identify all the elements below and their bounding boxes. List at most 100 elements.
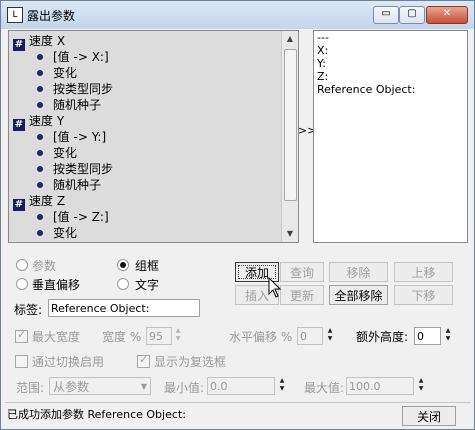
app-icon: L — [7, 7, 23, 23]
bullet-icon — [37, 150, 43, 156]
tree-item-label: 变化 — [53, 146, 78, 160]
tree-sub-item[interactable]: 按类型同步 — [37, 81, 113, 97]
tree-item-label: 按类型同步 — [53, 82, 114, 96]
max-label: 最大值: — [304, 381, 345, 395]
bullet-icon — [37, 182, 43, 188]
exposed-list-item[interactable]: Y: — [314, 57, 467, 70]
enable-by-toggle-checkbox[interactable] — [15, 355, 28, 368]
width-pct-spinner[interactable]: ▲ ▼ — [174, 327, 182, 345]
max-spinner[interactable]: ▲ ▼ — [417, 377, 425, 395]
bullet-icon — [37, 86, 43, 92]
window-title: 露出参数 — [27, 9, 76, 23]
tree-param-item[interactable]: # 速度 X — [13, 33, 65, 51]
tree-sub-item[interactable]: 变化 — [37, 225, 77, 241]
width-pct-input[interactable]: 95 — [146, 327, 172, 345]
max-width-label: 最大宽度 — [32, 330, 81, 344]
exposed-list-item[interactable]: --- — [314, 31, 467, 44]
tree-sub-item[interactable]: [值 -> X:] — [37, 49, 109, 65]
tree-sub-item[interactable]: [值 -> Y:] — [37, 129, 106, 145]
query-button[interactable]: 查询 — [280, 262, 324, 282]
width-pct-label: 宽度 % — [102, 330, 142, 344]
radio-vspacer[interactable] — [16, 278, 28, 290]
radio-param[interactable] — [16, 259, 28, 271]
tree-sub-item[interactable]: [值 -> Z:] — [37, 209, 109, 225]
tree-item-label: 随机种子 — [53, 178, 102, 192]
label-caption: 标签: — [14, 303, 43, 317]
tree-sub-item[interactable]: 按类型同步 — [37, 161, 113, 177]
bullet-icon — [37, 70, 43, 76]
show-as-checkbox-label: 显示为复选框 — [154, 355, 227, 369]
tree-item-label: [值 -> Y:] — [53, 130, 107, 144]
extra-height-spinner[interactable]: ▲ ▼ — [444, 327, 452, 345]
exposed-list-item[interactable]: X: — [314, 44, 467, 57]
tree-sub-item[interactable]: 随机种子 — [37, 177, 101, 193]
exposed-params-list[interactable]: --- X: Y: Z: Reference Object: — [313, 30, 468, 243]
tree-item-label: [值 -> X:] — [53, 50, 109, 64]
bullet-icon — [37, 214, 43, 220]
scroll-up-icon[interactable]: ▲ — [282, 31, 298, 47]
min-input[interactable]: 0.0 — [207, 377, 275, 395]
status-bar: 已成功添加参数 Reference Object: — [7, 408, 186, 421]
hash-param-icon: # — [13, 119, 25, 131]
radio-vspacer-label: 垂直偏移 — [32, 278, 81, 292]
title-bar[interactable]: L 露出参数 ▭ ▢ ✕ — [1, 1, 474, 29]
bullet-icon — [37, 102, 43, 108]
mouse-cursor-icon — [268, 277, 282, 298]
scroll-thumb[interactable] — [284, 49, 297, 201]
min-label: 最小值: — [164, 381, 205, 395]
tree-item-label: [值 -> Z:] — [53, 210, 109, 224]
minimize-button[interactable]: ▭ — [373, 6, 399, 24]
tree-sub-item[interactable]: 按类型同步 — [37, 241, 113, 243]
close-button[interactable]: 关闭 — [402, 406, 456, 426]
hash-param-icon: # — [13, 39, 25, 51]
enable-by-toggle-label: 通过切换启用 — [32, 355, 105, 369]
label-input[interactable]: Reference Object: — [48, 299, 200, 317]
max-width-checkbox[interactable] — [15, 328, 28, 343]
range-dropdown[interactable]: 从参数 ▼ — [49, 377, 151, 395]
bullet-icon — [37, 230, 43, 236]
min-spinner[interactable]: ▲ ▼ — [278, 377, 286, 395]
bullet-icon — [37, 54, 43, 60]
exposed-list-item[interactable]: Reference Object: — [314, 83, 467, 96]
tree-item-label: 按类型同步 — [53, 162, 114, 176]
tree-item-label: 随机种子 — [53, 98, 102, 112]
tree-param-item[interactable]: # 速度 Z — [13, 193, 65, 211]
radio-param-label: 参数 — [32, 259, 57, 273]
update-button[interactable]: 更新 — [280, 285, 324, 305]
move-down-button[interactable]: 下移 — [394, 285, 453, 305]
range-dropdown-value: 从参数 — [53, 380, 90, 394]
maximize-button[interactable]: ▢ — [399, 6, 425, 24]
bullet-icon — [37, 134, 43, 140]
h-offset-spinner[interactable]: ▲ ▼ — [326, 327, 334, 345]
dialog-window: L 露出参数 ▭ ▢ ✕ 按类型同步变化[值 -> Z:]#速度 Z随机种子按类… — [0, 0, 475, 430]
remove-all-button[interactable]: 全部移除 — [329, 285, 388, 305]
tree-scrollbar[interactable]: ▲ ▼ — [281, 31, 298, 242]
tree-sub-item[interactable]: 变化 — [37, 65, 77, 81]
tree-item-label: 按类型同步 — [53, 242, 113, 243]
tree-sub-item[interactable]: 变化 — [37, 145, 77, 161]
radio-text[interactable] — [117, 278, 129, 290]
radio-text-label: 文字 — [135, 278, 160, 292]
move-up-button[interactable]: 上移 — [394, 262, 453, 282]
tree-item-label: 速度 Y — [29, 114, 65, 128]
range-label: 范围: — [16, 381, 45, 395]
remove-button[interactable]: 移除 — [329, 262, 388, 282]
parameter-tree[interactable]: 按类型同步变化[值 -> Z:]#速度 Z随机种子按类型同步变化[值 -> Y:… — [8, 30, 299, 243]
radio-group-label: 组框 — [135, 259, 160, 273]
close-window-button[interactable]: ✕ — [426, 6, 468, 24]
extra-height-input[interactable]: 0 — [414, 327, 441, 345]
tree-item-label: 变化 — [53, 226, 78, 240]
exposed-list-item[interactable]: Z: — [314, 70, 467, 83]
h-offset-input[interactable]: 0 — [297, 327, 323, 345]
radio-group[interactable] — [117, 259, 129, 271]
scroll-down-icon[interactable]: ▼ — [282, 226, 298, 242]
hash-param-icon: # — [13, 199, 25, 211]
extra-height-label: 额外高度: — [356, 330, 409, 344]
dialog-body: 按类型同步变化[值 -> Z:]#速度 Z随机种子按类型同步变化[值 -> Y:… — [4, 29, 471, 427]
show-as-checkbox-checkbox[interactable] — [137, 353, 150, 368]
tree-sub-item[interactable]: 随机种子 — [37, 97, 101, 113]
max-input[interactable]: 100.0 — [346, 377, 414, 395]
chevron-down-icon: ▼ — [140, 382, 147, 391]
tree-param-item[interactable]: # 速度 Y — [13, 113, 65, 131]
bullet-icon — [37, 166, 43, 172]
